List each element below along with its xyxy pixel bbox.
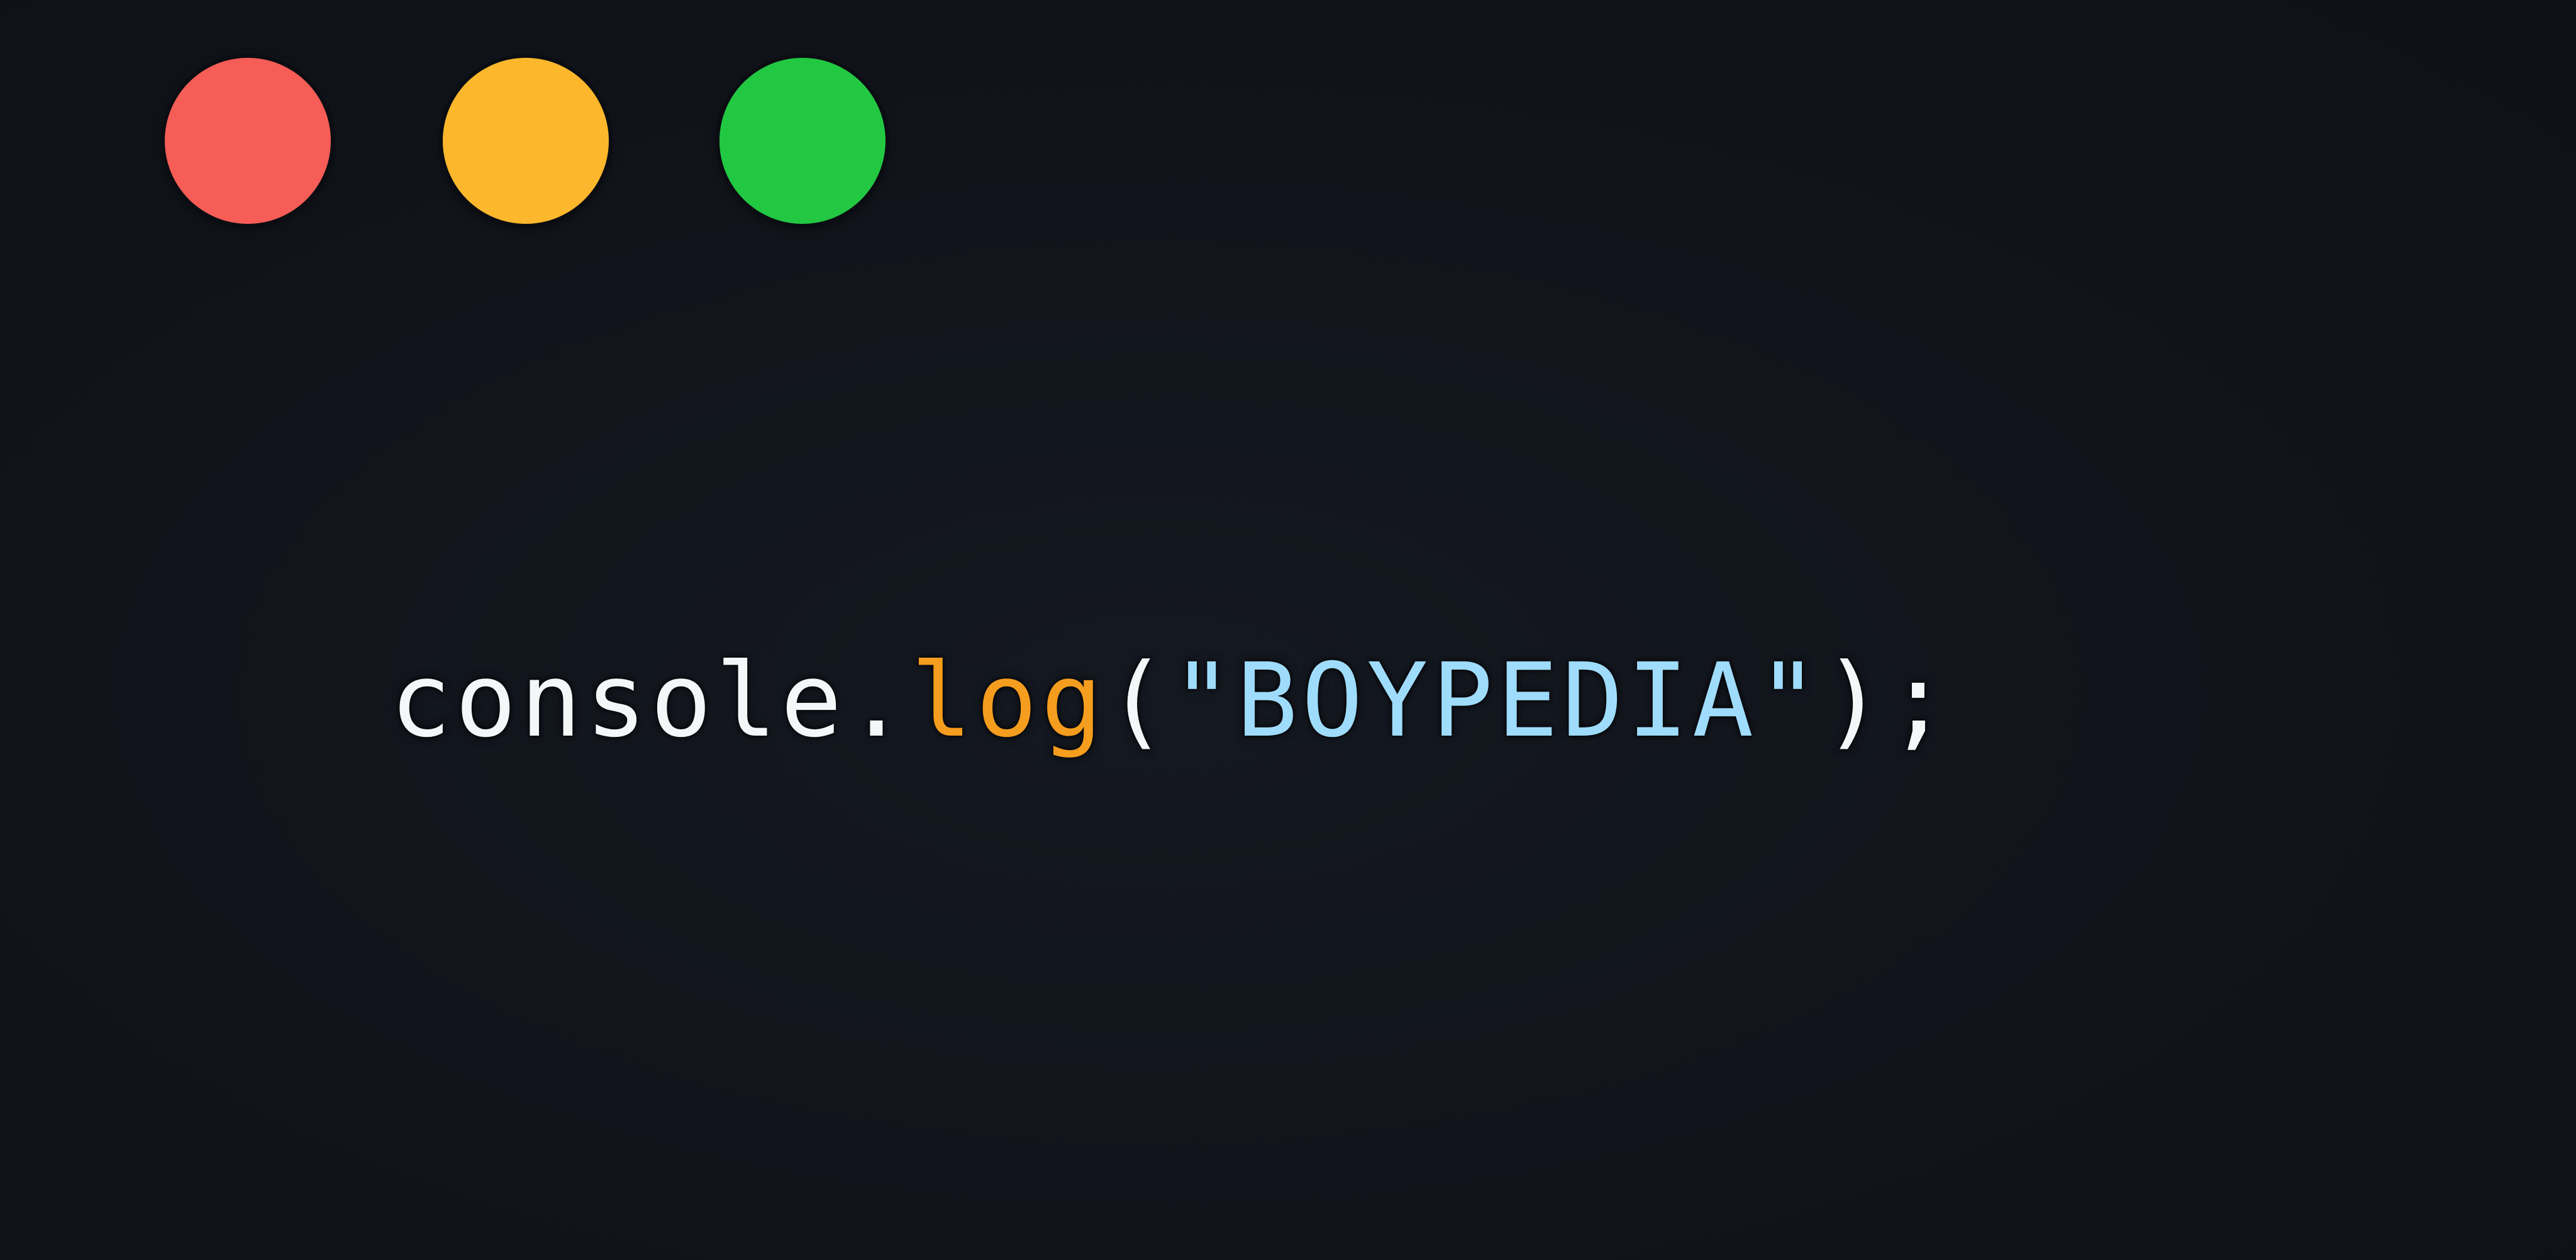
code-token-method: log (911, 642, 1106, 760)
code-token-open-paren: ( (1106, 642, 1172, 760)
code-line: console.log("BOYPEDIA"); (390, 629, 1953, 773)
code-token-object: console (390, 642, 846, 760)
code-token-semicolon: ; (1887, 642, 1953, 760)
zoom-window-button[interactable] (719, 58, 886, 224)
code-token-close-paren: ) (1822, 642, 1888, 760)
close-window-button[interactable] (165, 58, 331, 224)
code-token-dot: . (845, 642, 911, 760)
code-token-string: "BOYPEDIA" (1171, 642, 1823, 760)
code-window: console.log("BOYPEDIA"); (0, 0, 2576, 1260)
minimize-window-button[interactable] (443, 58, 609, 224)
